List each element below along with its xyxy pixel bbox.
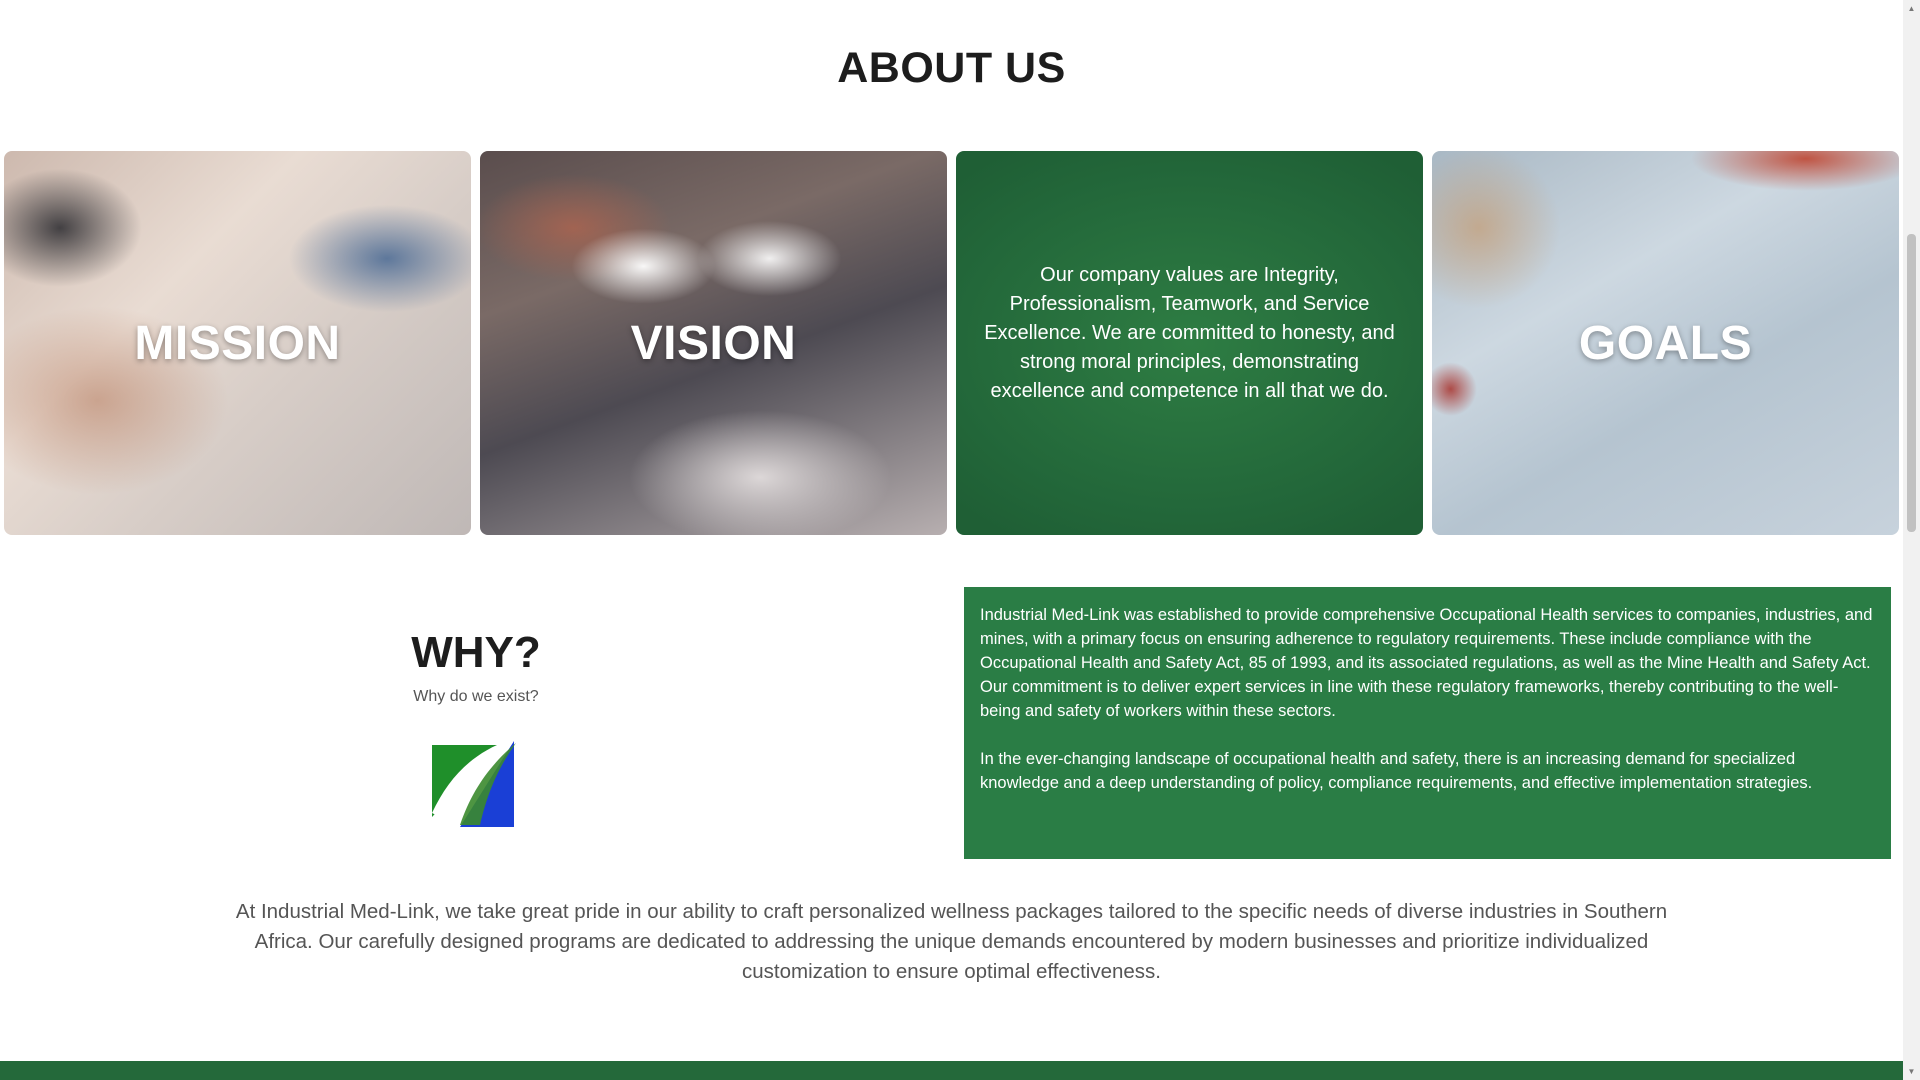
goals-card-label: GOALS xyxy=(1578,316,1753,370)
values-card: Our company values are Integrity, Profes… xyxy=(956,151,1423,535)
why-title: WHY? xyxy=(411,628,541,677)
about-cards: MISSION VISION Our company values are In… xyxy=(4,151,1900,535)
why-paragraph: Industrial Med-Link was established to p… xyxy=(980,606,1873,720)
scroll-up-arrow-icon[interactable]: ▲ xyxy=(1903,0,1920,17)
scroll-down-arrow-icon[interactable]: ▼ xyxy=(1903,1063,1920,1080)
mission-card-label: MISSION xyxy=(134,316,341,370)
mission-card[interactable]: MISSION xyxy=(4,151,471,535)
why-subtitle: Why do we exist? xyxy=(413,688,539,705)
wellness-statement: At Industrial Med-Link, we take great pr… xyxy=(235,900,1668,983)
why-section: WHY? Why do we exist? xyxy=(0,628,952,827)
values-text: Our company values are Integrity, Profes… xyxy=(984,263,1395,402)
section-title-about-us: ABOUT US xyxy=(837,44,1066,92)
industrial-med-link-logo-icon xyxy=(432,737,518,827)
why-paragraph: In the ever-changing landscape of occupa… xyxy=(980,750,1813,792)
footer-bar xyxy=(0,1061,1903,1080)
vision-card-label: VISION xyxy=(630,316,797,370)
page: ABOUT US MISSION VISION Our company valu… xyxy=(0,0,1903,1080)
why-description-panel: Industrial Med-Link was established to p… xyxy=(964,587,1891,859)
vertical-scrollbar[interactable]: ▲ ▼ xyxy=(1903,0,1920,1080)
vision-card[interactable]: VISION xyxy=(480,151,947,535)
goals-card[interactable]: GOALS xyxy=(1432,151,1899,535)
scrollbar-thumb[interactable] xyxy=(1907,234,1916,532)
